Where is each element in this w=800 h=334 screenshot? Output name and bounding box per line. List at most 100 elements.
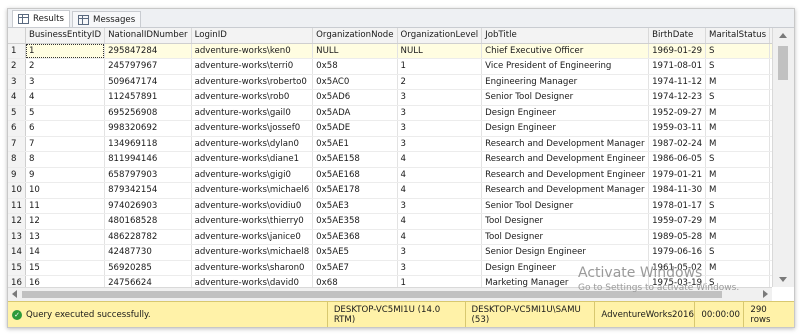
table-cell[interactable]: Research and Development Manager [481,136,650,152]
table-cell[interactable]: 1979-01-21 [648,167,707,183]
table-cell[interactable]: 4 [397,213,483,230]
table-cell[interactable]: S [705,198,771,214]
scroll-up-icon[interactable] [779,33,787,38]
table-cell[interactable]: adventure-works\terri0 [191,58,314,75]
table-cell[interactable]: 13 [25,229,106,245]
table-cell[interactable]: adventure-works\ken0 [191,43,314,59]
table-row[interactable]: 13 13 486228782 adventure-works\janice0 0x5A… [8,229,772,245]
table-cell[interactable]: 0x5AE5 [312,244,398,261]
row-number[interactable]: 15 [8,260,26,276]
table-cell[interactable]: 509647174 [104,74,192,90]
table-row[interactable]: 4 4 112457891 adventure-works\rob0 0x5AD6 3 Se… [8,89,772,106]
table-cell[interactable]: adventure-works\diane1 [191,151,314,168]
table-cell[interactable]: adventure-works\dylan0 [191,136,314,152]
table-cell[interactable]: 16 [25,275,106,287]
table-cell[interactable]: 6 [25,120,106,137]
table-cell[interactable]: Engineering Manager [481,74,650,90]
table-cell[interactable]: 1959-03-11 [648,120,707,137]
table-row[interactable]: 2 2 245797967 adventure-works\terri0 0x58 1 Vi… [8,58,772,75]
table-cell[interactable]: 480168528 [104,213,192,230]
table-cell[interactable]: 3 [397,198,483,214]
table-cell[interactable]: 3 [397,120,483,137]
horizontal-scroll-thumb[interactable] [22,291,722,298]
table-row[interactable]: 1 1 295847284 adventure-works\ken0 NULL NULL C… [8,43,772,59]
table-cell[interactable]: 0x5AE358 [312,213,398,230]
table-row[interactable]: 10 10 879342154 adventure-works\michael6 0x5… [8,182,772,199]
table-cell[interactable]: M [705,120,771,137]
column-header[interactable]: JobTitle [481,28,650,44]
table-cell[interactable]: 1971-08-01 [648,58,707,75]
column-header[interactable]: BusinessEntityID [25,28,106,44]
table-cell[interactable]: 1987-02-24 [648,136,707,152]
table-cell[interactable]: 24756624 [104,275,192,287]
table-cell[interactable]: adventure-works\gail0 [191,105,314,121]
column-header[interactable]: MaritalStatus [705,28,771,44]
table-cell[interactable]: 8 [25,151,106,168]
table-row[interactable]: 8 8 811994146 adventure-works\diane1 0x5AE15… [8,151,772,168]
table-cell[interactable]: M [705,105,771,121]
table-cell[interactable]: 295847284 [104,43,192,59]
table-cell[interactable]: 1975-03-19 [648,275,707,287]
table-cell[interactable]: M [705,213,771,230]
table-cell[interactable]: 134969118 [104,136,192,152]
row-number[interactable]: 10 [8,182,26,199]
table-cell[interactable]: 0x5AE178 [312,182,398,199]
table-cell[interactable]: 1961-05-02 [648,260,707,276]
table-cell[interactable]: adventure-works\jossef0 [191,120,314,137]
table-cell[interactable]: 4 [25,89,106,106]
scroll-left-icon[interactable] [12,290,17,298]
table-cell[interactable]: 4 [397,151,483,168]
table-cell[interactable]: Senior Tool Designer [481,198,650,214]
table-cell[interactable]: 1979-06-16 [648,244,707,261]
table-cell[interactable]: 998320692 [104,120,192,137]
table-cell[interactable]: 1984-11-30 [648,182,707,199]
table-cell[interactable]: 879342154 [104,182,192,199]
table-cell[interactable]: 1 [397,275,483,287]
table-cell[interactable]: 811994146 [104,151,192,168]
table-row[interactable]: 7 7 134969118 adventure-works\dylan0 0x5AE1 3… [8,136,772,152]
table-cell[interactable]: adventure-works\ovidiu0 [191,198,314,214]
table-cell[interactable]: 486228782 [104,229,192,245]
table-cell[interactable]: 14 [25,244,106,261]
table-row[interactable]: 15 15 56920285 adventure-works\sharon0 0x5AE… [8,260,772,276]
table-cell[interactable]: adventure-works\gigi0 [191,167,314,183]
table-cell[interactable]: adventure-works\michael8 [191,244,314,261]
table-cell[interactable]: 0x5AE7 [312,260,398,276]
table-cell[interactable]: 5 [25,105,106,121]
table-cell[interactable]: 0x5ADE [312,120,398,137]
table-cell[interactable]: adventure-works\sharon0 [191,260,314,276]
table-cell[interactable]: Design Engineer [481,260,650,276]
table-row[interactable]: 16 16 24756624 adventure-works\david0 0x68 1 M… [8,275,772,287]
table-cell[interactable]: 1969-01-29 [648,43,707,59]
table-cell[interactable]: 3 [25,74,106,90]
table-cell[interactable]: Design Engineer [481,120,650,137]
vertical-scroll-thumb[interactable] [778,46,788,80]
table-row[interactable]: 14 14 42487730 adventure-works\michael8 0x5A… [8,244,772,261]
table-cell[interactable]: 42487730 [104,244,192,261]
table-cell[interactable]: M [705,167,771,183]
table-cell[interactable]: 1 [25,43,106,59]
table-cell[interactable]: adventure-works\janice0 [191,229,314,245]
table-cell[interactable]: 658797903 [104,167,192,183]
tab-results[interactable]: Results [12,10,71,27]
table-cell[interactable]: 9 [25,167,106,183]
table-cell[interactable]: 0x68 [312,275,398,287]
table-cell[interactable]: Research and Development Engineer [481,151,650,168]
table-cell[interactable]: 1952-09-27 [648,105,707,121]
table-cell[interactable]: 974026903 [104,198,192,214]
table-cell[interactable]: Chief Executive Officer [481,43,650,59]
table-cell[interactable]: 1978-01-17 [648,198,707,214]
row-number-header[interactable] [8,28,26,44]
table-cell[interactable]: Vice President of Engineering [481,58,650,75]
table-cell[interactable]: 11 [25,198,106,214]
table-cell[interactable]: 0x5AD6 [312,89,398,106]
table-cell[interactable]: 3 [397,89,483,106]
table-cell[interactable]: 1 [397,58,483,75]
table-cell[interactable]: 4 [397,182,483,199]
table-row[interactable]: 12 12 480168528 adventure-works\thierry0 0x5… [8,213,772,230]
table-cell[interactable]: 4 [397,167,483,183]
column-header[interactable]: OrganizationLevel [397,28,483,44]
table-cell[interactable]: 1974-12-23 [648,89,707,106]
table-cell[interactable]: M [705,182,771,199]
row-number[interactable]: 7 [8,136,26,152]
